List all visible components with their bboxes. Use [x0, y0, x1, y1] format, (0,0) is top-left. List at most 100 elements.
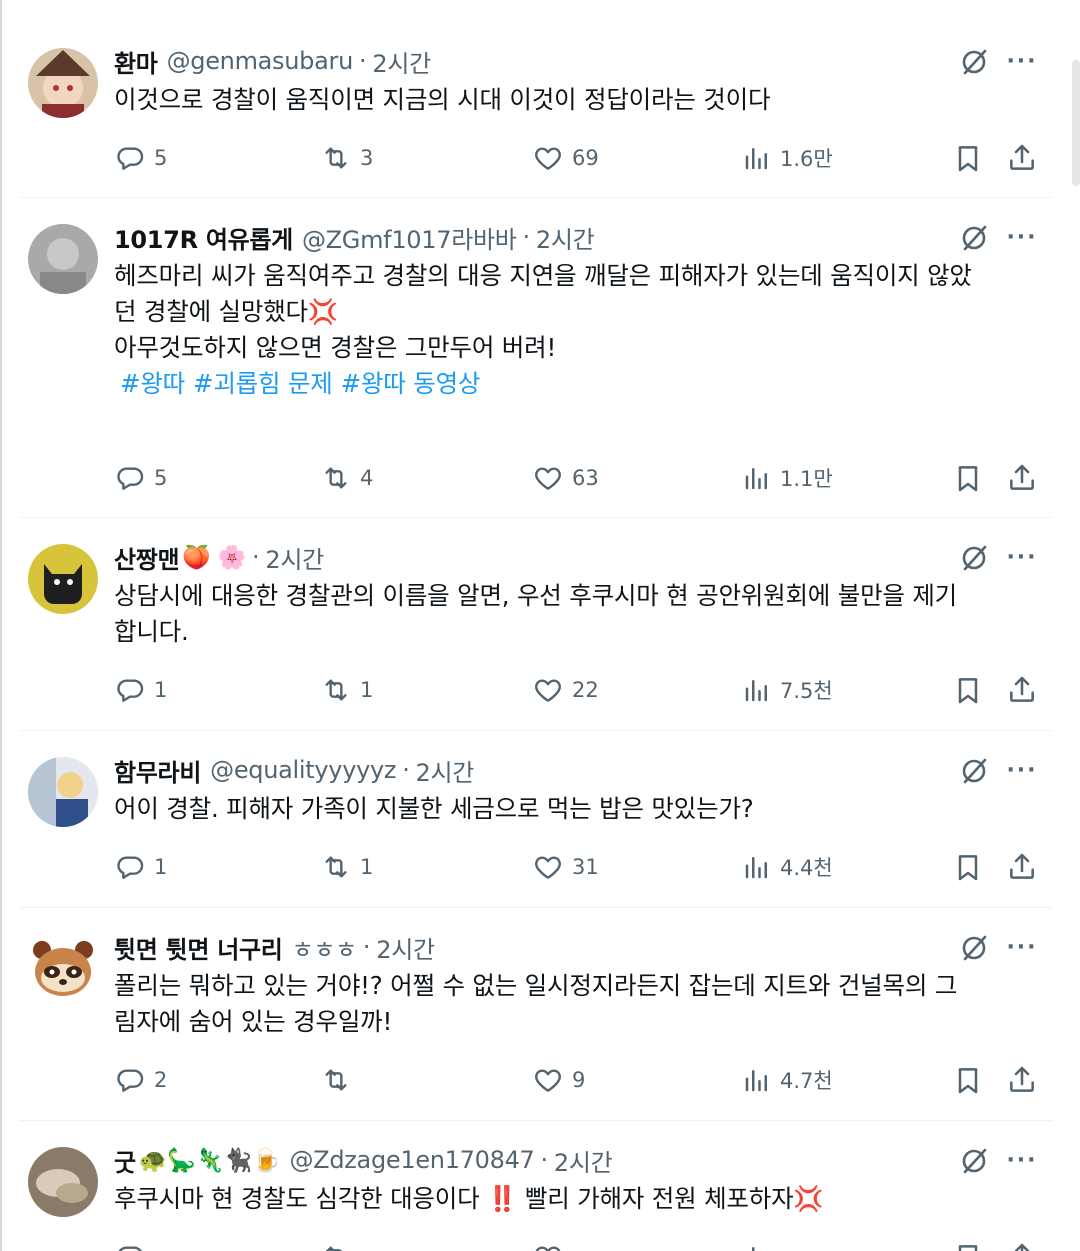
hashtag-link[interactable]: #괴롭힘 문제 [193, 369, 333, 398]
reply-item[interactable]: 튓면 튓면 너구리 ㅎㅎㅎ · 2시간 ··· 폴리는 뭐하고 있는 거야!? … [0, 930, 1080, 1110]
grok-icon[interactable] [958, 755, 990, 787]
reply-button[interactable]: 5 [114, 140, 167, 176]
avatar[interactable] [28, 48, 98, 118]
grok-icon[interactable] [958, 222, 990, 254]
text-line: 림자에 숨어 있는 경우일까! [114, 1007, 393, 1036]
timestamp[interactable]: 2시간 [554, 1143, 613, 1178]
reply-item[interactable]: 1017R 여유롭게 @ZGmf1017라바바 · 2시간 ··· 헤즈마리 씨… [0, 220, 1080, 510]
user-handle[interactable]: @genmasubaru [167, 47, 354, 75]
action-bar: 5 4 63 1.1만 [0, 460, 1080, 496]
more-options-icon[interactable]: ··· [1002, 930, 1042, 964]
like-button[interactable] [532, 1239, 572, 1251]
reply-button[interactable] [114, 1239, 154, 1251]
like-count: 69 [572, 146, 599, 170]
retweet-button[interactable] [320, 1062, 360, 1098]
divider [20, 197, 1052, 198]
retweet-button[interactable]: 4 [320, 460, 373, 496]
hashtag-link[interactable]: #왕따 동영상 [341, 369, 481, 398]
heart-icon [532, 851, 564, 883]
bookmark-button[interactable] [952, 1062, 992, 1098]
reply-button[interactable]: 1 [114, 672, 167, 708]
share-button[interactable] [1006, 849, 1046, 885]
display-name[interactable]: 튓면 튓면 너구리 [114, 930, 283, 965]
bookmark-button[interactable] [952, 672, 992, 708]
views-button[interactable]: 1.1만 [742, 460, 833, 496]
grok-icon[interactable] [958, 542, 990, 574]
more-options-icon[interactable]: ··· [1002, 44, 1042, 78]
bookmark-button[interactable] [952, 849, 992, 885]
like-button[interactable]: 63 [532, 460, 599, 496]
user-handle[interactable]: ㅎㅎㅎ [292, 930, 358, 965]
separator-dot: · [252, 543, 260, 571]
like-button[interactable]: 22 [532, 672, 599, 708]
avatar[interactable] [28, 1147, 98, 1217]
views-button[interactable]: 4.7천 [742, 1062, 833, 1098]
retweet-icon [320, 674, 352, 706]
timestamp[interactable]: 2시간 [376, 930, 435, 965]
reply-button[interactable]: 2 [114, 1062, 167, 1098]
reply-item[interactable]: 환마 @genmasubaru · 2시간 ··· 이것으로 경찰이 움직이면 … [0, 44, 1080, 194]
bookmark-button[interactable] [952, 460, 992, 496]
heart-icon [532, 1064, 564, 1096]
more-options-icon[interactable]: ··· [1002, 540, 1042, 574]
bookmark-button[interactable] [952, 140, 992, 176]
reply-item[interactable]: 산짱맨 🍑 🌸 · 2시간 ··· 상담시에 대응한 경찰관의 이름을 알면, … [0, 540, 1080, 720]
views-button[interactable]: 7.5천 [742, 672, 833, 708]
reply-item[interactable]: 굿 🐢🦕🦎🐈‍⬛🍺 @Zdzage1en170847 · 2시간 ··· 후쿠시… [0, 1143, 1080, 1251]
retweet-button[interactable]: 3 [320, 140, 373, 176]
divider [20, 730, 1052, 731]
reply-button[interactable]: 5 [114, 460, 167, 496]
text-line: 던 경찰에 실망했다💢 [114, 297, 339, 326]
more-options-icon[interactable]: ··· [1002, 1143, 1042, 1177]
views-button[interactable]: 4.4천 [742, 849, 833, 885]
action-bar: 5 3 69 1.6만 [0, 140, 1080, 176]
timestamp[interactable]: 2시간 [416, 753, 475, 788]
avatar[interactable] [28, 757, 98, 827]
avatar[interactable] [28, 544, 98, 614]
grok-icon[interactable] [958, 46, 990, 78]
reply-icon [114, 462, 146, 494]
timestamp[interactable]: 2시간 [372, 44, 431, 79]
views-button[interactable] [742, 1239, 780, 1251]
avatar[interactable] [28, 224, 98, 294]
display-name[interactable]: 환마 [114, 44, 158, 79]
view-count: 4.4천 [780, 856, 833, 880]
grok-icon[interactable] [958, 1145, 990, 1177]
share-icon [1006, 674, 1038, 706]
views-button[interactable]: 1.6만 [742, 140, 833, 176]
user-handle[interactable]: @equalityyyyyz [210, 756, 396, 784]
share-button[interactable] [1006, 1239, 1046, 1251]
retweet-button[interactable] [320, 1239, 360, 1251]
display-name[interactable]: 함무라비 [114, 753, 201, 788]
reply-item[interactable]: 함무라비 @equalityyyyyz · 2시간 ··· 어이 경찰. 피해자… [0, 753, 1080, 893]
share-button[interactable] [1006, 460, 1046, 496]
bookmark-button[interactable] [952, 1239, 992, 1251]
reply-button[interactable]: 1 [114, 849, 167, 885]
name-emoji: 🍑 🌸 [182, 544, 247, 571]
like-button[interactable]: 69 [532, 140, 599, 176]
like-count: 9 [572, 1068, 586, 1092]
display-name[interactable]: 산짱맨 [114, 540, 180, 575]
action-bar [0, 1239, 1080, 1251]
user-handle[interactable]: @ZGmf1017라바바 [302, 220, 517, 255]
hashtag-link[interactable]: #왕따 [120, 369, 185, 398]
like-button[interactable]: 31 [532, 849, 599, 885]
like-button[interactable]: 9 [532, 1062, 585, 1098]
share-button[interactable] [1006, 140, 1046, 176]
more-options-icon[interactable]: ··· [1002, 220, 1042, 254]
share-button[interactable] [1006, 1062, 1046, 1098]
more-options-icon[interactable]: ··· [1002, 753, 1042, 787]
share-button[interactable] [1006, 672, 1046, 708]
retweet-button[interactable]: 1 [320, 849, 373, 885]
retweet-button[interactable]: 1 [320, 672, 373, 708]
display-name[interactable]: 1017R 여유롭게 [114, 220, 293, 255]
share-icon [1006, 462, 1038, 494]
avatar[interactable] [28, 934, 98, 1004]
timestamp[interactable]: 2시간 [536, 220, 595, 255]
timestamp[interactable]: 2시간 [265, 540, 324, 575]
grok-icon[interactable] [958, 932, 990, 964]
divider [20, 517, 1052, 518]
display-name[interactable]: 굿 [114, 1143, 136, 1178]
user-handle[interactable]: @Zdzage1en170847 [289, 1146, 534, 1174]
retweet-count: 1 [360, 855, 374, 879]
